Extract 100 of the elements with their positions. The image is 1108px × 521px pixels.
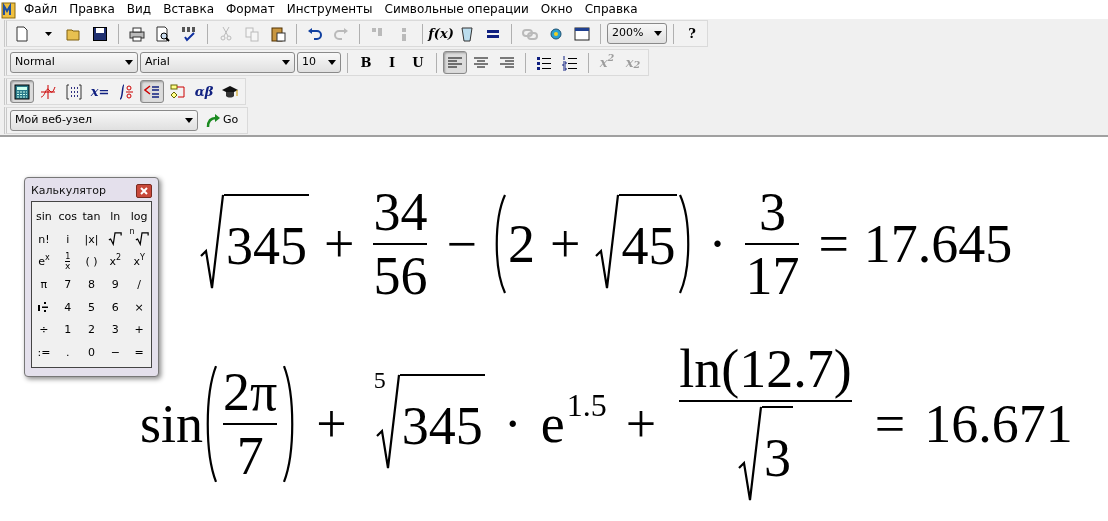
- curved-arrow-icon: [206, 113, 221, 128]
- align-center-icon: [473, 54, 489, 71]
- calculator-key[interactable]: π: [32, 273, 56, 296]
- numbered-list-icon: [562, 54, 578, 71]
- toolbar-button[interactable]: x=: [88, 80, 112, 103]
- go-button[interactable]: Go: [200, 112, 245, 129]
- calculator-key[interactable]: 5: [79, 296, 104, 319]
- window-title: Калькулятор: [31, 182, 106, 199]
- measuring-cup-icon: [459, 25, 475, 42]
- calculator-key[interactable]: x$^{Y}$: [127, 250, 151, 273]
- toolbar-button[interactable]: I: [380, 51, 404, 74]
- calculator-button[interactable]: [10, 80, 34, 103]
- calculator-key[interactable]: n: [127, 228, 151, 251]
- calculator-key[interactable]: ln: [103, 205, 128, 228]
- printer-icon: [129, 25, 145, 42]
- spelling-icon: [181, 25, 197, 42]
- app-logo-icon: [0, 0, 18, 19]
- clipboard-icon: [270, 25, 286, 42]
- toolbar-button[interactable]: f(x): [429, 22, 453, 45]
- calculator-key[interactable]: ÷: [32, 318, 56, 341]
- graph-icon: [40, 83, 56, 100]
- menu-item[interactable]: Вставка: [157, 1, 220, 18]
- menu-item[interactable]: Вид: [120, 1, 158, 18]
- calculator-key[interactable]: cos: [55, 205, 80, 228]
- size-dropdown[interactable]: 10: [297, 52, 341, 73]
- calculator-key[interactable]: 0: [79, 341, 104, 364]
- math-operator: =: [817, 217, 850, 271]
- menu-item[interactable]: Инструменты: [280, 1, 379, 18]
- calculator-key[interactable]: /: [127, 273, 151, 296]
- menu-item[interactable]: Формат: [220, 1, 281, 18]
- calculator-key[interactable]: −: [103, 341, 128, 364]
- caret-icon: [185, 118, 193, 123]
- calculator-key[interactable]: 9: [103, 273, 128, 296]
- undo-arrow-icon: [307, 25, 323, 42]
- math-text: e: [540, 397, 565, 451]
- toolbar-button[interactable]: αβ: [192, 80, 216, 103]
- font-dropdown[interactable]: Arial: [140, 52, 295, 73]
- math-operator: +: [315, 397, 348, 451]
- graduation-cap-icon: [222, 83, 238, 100]
- align-left-button[interactable]: [443, 51, 467, 74]
- caret-icon: [654, 31, 662, 36]
- calculator-key[interactable]: n!: [32, 228, 56, 251]
- calculator-key[interactable]: i: [55, 228, 80, 251]
- caret-icon: [125, 60, 133, 65]
- menu-item[interactable]: Окно: [534, 1, 579, 18]
- document-icon: [14, 25, 30, 42]
- calculator-key[interactable]: ( ): [79, 250, 104, 273]
- calculator-key[interactable]: 3: [103, 318, 128, 341]
- page-magnifier-icon: [155, 25, 171, 42]
- calculator-key[interactable]: tan: [79, 205, 104, 228]
- calculator-icon: [14, 83, 30, 100]
- toolbar-button[interactable]: ?: [680, 22, 704, 45]
- puzzle-icon: [548, 25, 564, 42]
- math-text: 345: [401, 399, 483, 453]
- redo-arrow-icon: [333, 25, 349, 42]
- root-index: 5: [373, 368, 386, 392]
- flowchart-icon: [170, 83, 186, 100]
- exponent: 1.5: [566, 389, 607, 421]
- calculator-key[interactable]: 1 x: [55, 250, 80, 273]
- math-text: 56: [373, 249, 428, 303]
- menu-item[interactable]: Правка: [63, 1, 121, 18]
- menu-item[interactable]: Символьные операции: [378, 1, 535, 18]
- toolbar-button[interactable]: U: [406, 51, 430, 74]
- toolbar-button[interactable]: B: [354, 51, 378, 74]
- calculator-key[interactable]: =: [127, 341, 151, 364]
- calculator-key[interactable]: .: [55, 341, 80, 364]
- window-icon: [574, 25, 590, 42]
- math-text: 45: [621, 219, 676, 273]
- calculator-key[interactable]: 6: [103, 296, 128, 319]
- calculator-key[interactable]: x$^{2}$: [103, 250, 128, 273]
- calculator-key[interactable]: |x|: [79, 228, 104, 251]
- calculator-key[interactable]: e$^{x}$: [32, 250, 56, 273]
- calculator-key[interactable]: sin: [32, 205, 56, 228]
- zoom-dropdown[interactable]: 200%: [607, 23, 667, 44]
- close-icon: [140, 187, 148, 195]
- math-operator: =: [873, 397, 907, 451]
- menu-item[interactable]: Справка: [578, 1, 644, 18]
- math-operator: +: [548, 217, 582, 271]
- calculator-key[interactable]: 8: [79, 273, 104, 296]
- caret-icon: [282, 60, 290, 65]
- copy-icon: [244, 25, 260, 42]
- calculator-key[interactable]: 7: [55, 273, 80, 296]
- caret-icon: [328, 60, 336, 65]
- calculator-key[interactable]: :=: [32, 341, 56, 364]
- math-text: 34: [373, 185, 428, 239]
- calculator-key[interactable]: +: [127, 318, 151, 341]
- calculator-key[interactable]: 1: [55, 318, 80, 341]
- style-dropdown[interactable]: Normal: [10, 52, 138, 73]
- calculator-key[interactable]: 2: [79, 318, 104, 341]
- comparison-icon: [144, 83, 160, 100]
- caret-icon: [44, 31, 52, 36]
- calculator-key[interactable]: 4: [55, 296, 80, 319]
- boolean-button[interactable]: [140, 80, 164, 103]
- calculator-key[interactable]: log: [127, 205, 151, 228]
- calculator-key[interactable]: ×: [127, 296, 151, 319]
- bullet-list-icon: [536, 54, 552, 71]
- menu-item[interactable]: Файл: [18, 1, 64, 18]
- math-operator: −: [445, 217, 478, 271]
- close-button[interactable]: [136, 184, 152, 198]
- address-dropdown[interactable]: Мой веб-узел: [10, 110, 198, 131]
